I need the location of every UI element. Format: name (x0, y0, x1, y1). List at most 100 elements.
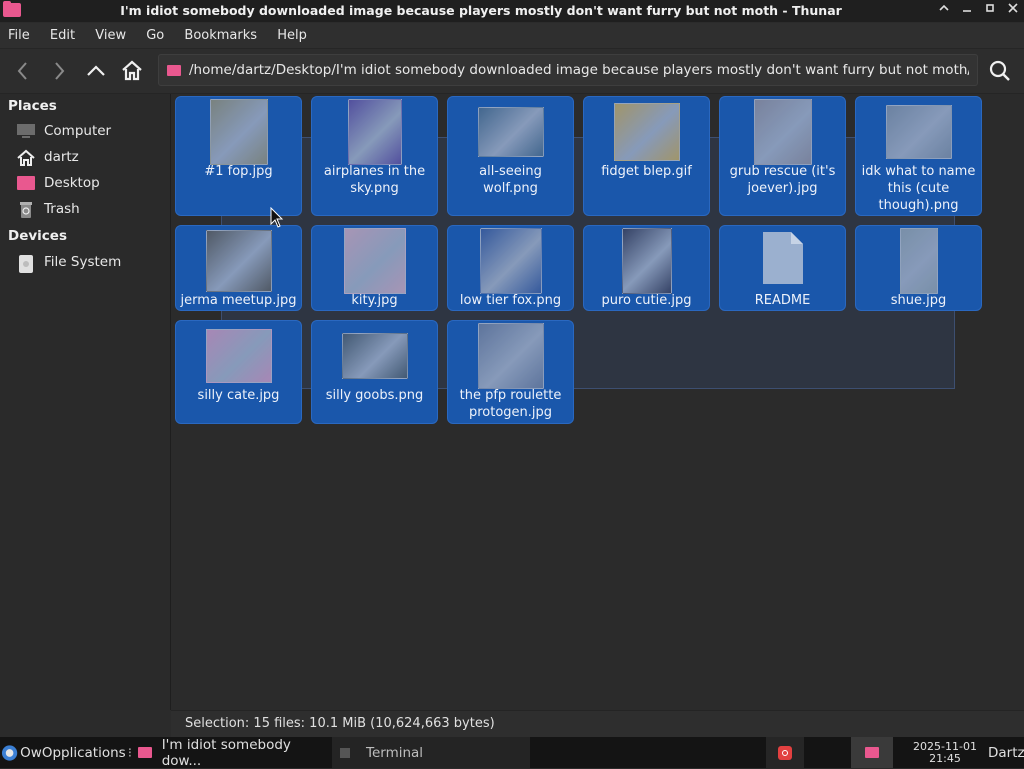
workspace-1[interactable] (766, 737, 804, 768)
file-item[interactable]: kity.jpg (311, 225, 438, 311)
sidebar-item-label: File System (44, 254, 122, 270)
menu-help[interactable]: Help (269, 23, 315, 48)
parent-folder-button[interactable] (82, 57, 110, 85)
file-item[interactable]: airplanes in the sky.png (311, 96, 438, 216)
location-path[interactable]: /home/dartz/Desktop/I'm idiot somebody d… (189, 62, 969, 78)
file-item[interactable]: README (719, 225, 846, 311)
file-name: jerma meetup.jpg (180, 293, 297, 308)
file-name: #1 fop.jpg (204, 164, 273, 179)
menu-view[interactable]: View (87, 23, 134, 48)
taskbar: OwOpplications ⁝ I'm idiot somebody dow.… (0, 736, 1024, 769)
file-item[interactable]: grub rescue (it's joever).jpg (719, 96, 846, 216)
file-item[interactable]: all-seeing wolf.png (447, 96, 574, 216)
menu-bookmarks[interactable]: Bookmarks (176, 23, 265, 48)
chevron-right-icon (55, 62, 65, 80)
back-button[interactable] (9, 57, 37, 85)
file-item[interactable]: shue.jpg (855, 225, 982, 311)
chevron-up-icon (939, 4, 949, 11)
toolbar: /home/dartz/Desktop/I'm idiot somebody d… (0, 49, 1024, 94)
task-label: I'm idiot somebody dow... (161, 736, 291, 769)
file-item[interactable]: jerma meetup.jpg (175, 225, 302, 311)
search-button[interactable] (986, 57, 1014, 85)
file-item[interactable]: silly goobs.png (311, 320, 438, 424)
file-item[interactable]: fidget blep.gif (583, 96, 710, 216)
file-name: fidget blep.gif (601, 164, 692, 179)
image-thumbnail (899, 228, 938, 294)
folder-icon (138, 747, 152, 758)
close-icon (1008, 3, 1018, 13)
image-thumbnail (343, 228, 406, 294)
sidebar-item-label: dartz (44, 149, 79, 165)
menu-separator: ⁝ (127, 744, 132, 761)
image-thumbnail (347, 99, 402, 165)
mouse-pointer-icon (270, 207, 284, 228)
shade-button[interactable] (935, 2, 953, 20)
task-thunar-window[interactable]: I'm idiot somebody dow... (135, 736, 331, 769)
folder-icon (865, 747, 879, 758)
status-bar: Selection: 15 files: 10.1 MiB (10,624,66… (171, 710, 1024, 737)
sidebar-item-trash[interactable]: Trash (16, 197, 166, 221)
applications-label: OwOpplications (20, 744, 126, 761)
image-thumbnail (479, 228, 542, 294)
home-icon (16, 149, 36, 166)
file-item[interactable]: #1 fop.jpg (175, 96, 302, 216)
sidebar-item-label: Computer (44, 123, 112, 139)
file-item[interactable]: puro cutie.jpg (583, 225, 710, 311)
file-name: silly goobs.png (325, 388, 424, 403)
home-icon (122, 60, 142, 81)
file-item[interactable]: low tier fox.png (447, 225, 574, 311)
maximize-button[interactable] (981, 2, 999, 20)
file-name: low tier fox.png (459, 293, 562, 308)
window-title: I'm idiot somebody downloaded image beca… (120, 3, 842, 18)
chevron-up-icon (87, 65, 105, 76)
image-thumbnail (205, 230, 272, 292)
image-thumbnail (477, 323, 544, 389)
image-thumbnail (205, 329, 272, 383)
chevron-left-icon (17, 62, 27, 80)
sidebar-item-label: Trash (44, 201, 80, 217)
image-thumbnail (341, 333, 408, 379)
file-name: silly cate.jpg (197, 388, 280, 403)
devices-heading: Devices (8, 228, 67, 244)
file-name: the pfp roulette protogen.jpg (459, 388, 562, 420)
minimize-button[interactable] (958, 2, 976, 20)
task-label: Terminal (366, 744, 424, 761)
document-icon (761, 230, 805, 286)
file-name: puro cutie.jpg (601, 293, 692, 308)
user-name: Dartz (988, 744, 1024, 761)
file-name: airplanes in the sky.png (323, 164, 426, 196)
file-item[interactable]: idk what to name this (cute though).png (855, 96, 982, 216)
file-item[interactable]: the pfp roulette protogen.jpg (447, 320, 574, 424)
menu-file[interactable]: File (0, 23, 38, 48)
folder-icon (16, 175, 36, 191)
image-thumbnail (209, 99, 268, 165)
sidebar: Places Computer dartz Desktop Trash Devi… (0, 94, 171, 710)
location-bar[interactable]: /home/dartz/Desktop/I'm idiot somebody d… (158, 54, 978, 86)
file-name: README (754, 293, 811, 308)
sidebar-item-desktop[interactable]: Desktop (16, 171, 166, 195)
computer-icon (16, 123, 36, 139)
search-icon (989, 60, 1010, 81)
file-item[interactable]: silly cate.jpg (175, 320, 302, 424)
menu-go[interactable]: Go (138, 23, 172, 48)
workspace-2[interactable] (851, 737, 893, 768)
clock[interactable]: 2025-11-01 21:45 (903, 737, 987, 768)
app-icon (778, 745, 792, 760)
image-thumbnail (477, 107, 544, 157)
places-heading: Places (8, 98, 57, 114)
home-button[interactable] (118, 57, 146, 85)
close-button[interactable] (1004, 2, 1022, 20)
user-menu[interactable]: Dartz (988, 737, 1024, 768)
forward-button[interactable] (45, 57, 73, 85)
file-name: kity.jpg (351, 293, 398, 308)
menu-edit[interactable]: Edit (42, 23, 83, 48)
sidebar-item-file-system[interactable]: File System (16, 250, 166, 274)
sidebar-item-dartz[interactable]: dartz (16, 145, 166, 169)
image-thumbnail (753, 99, 812, 165)
file-icon-view[interactable]: #1 fop.jpg airplanes in the sky.png all-se… (171, 94, 1024, 710)
task-terminal[interactable]: Terminal (332, 737, 530, 768)
title-bar: I'm idiot somebody downloaded image beca… (0, 0, 1024, 23)
image-thumbnail (885, 105, 952, 159)
applications-menu-button[interactable]: OwOpplications ⁝ (0, 737, 132, 768)
sidebar-item-computer[interactable]: Computer (16, 119, 166, 143)
